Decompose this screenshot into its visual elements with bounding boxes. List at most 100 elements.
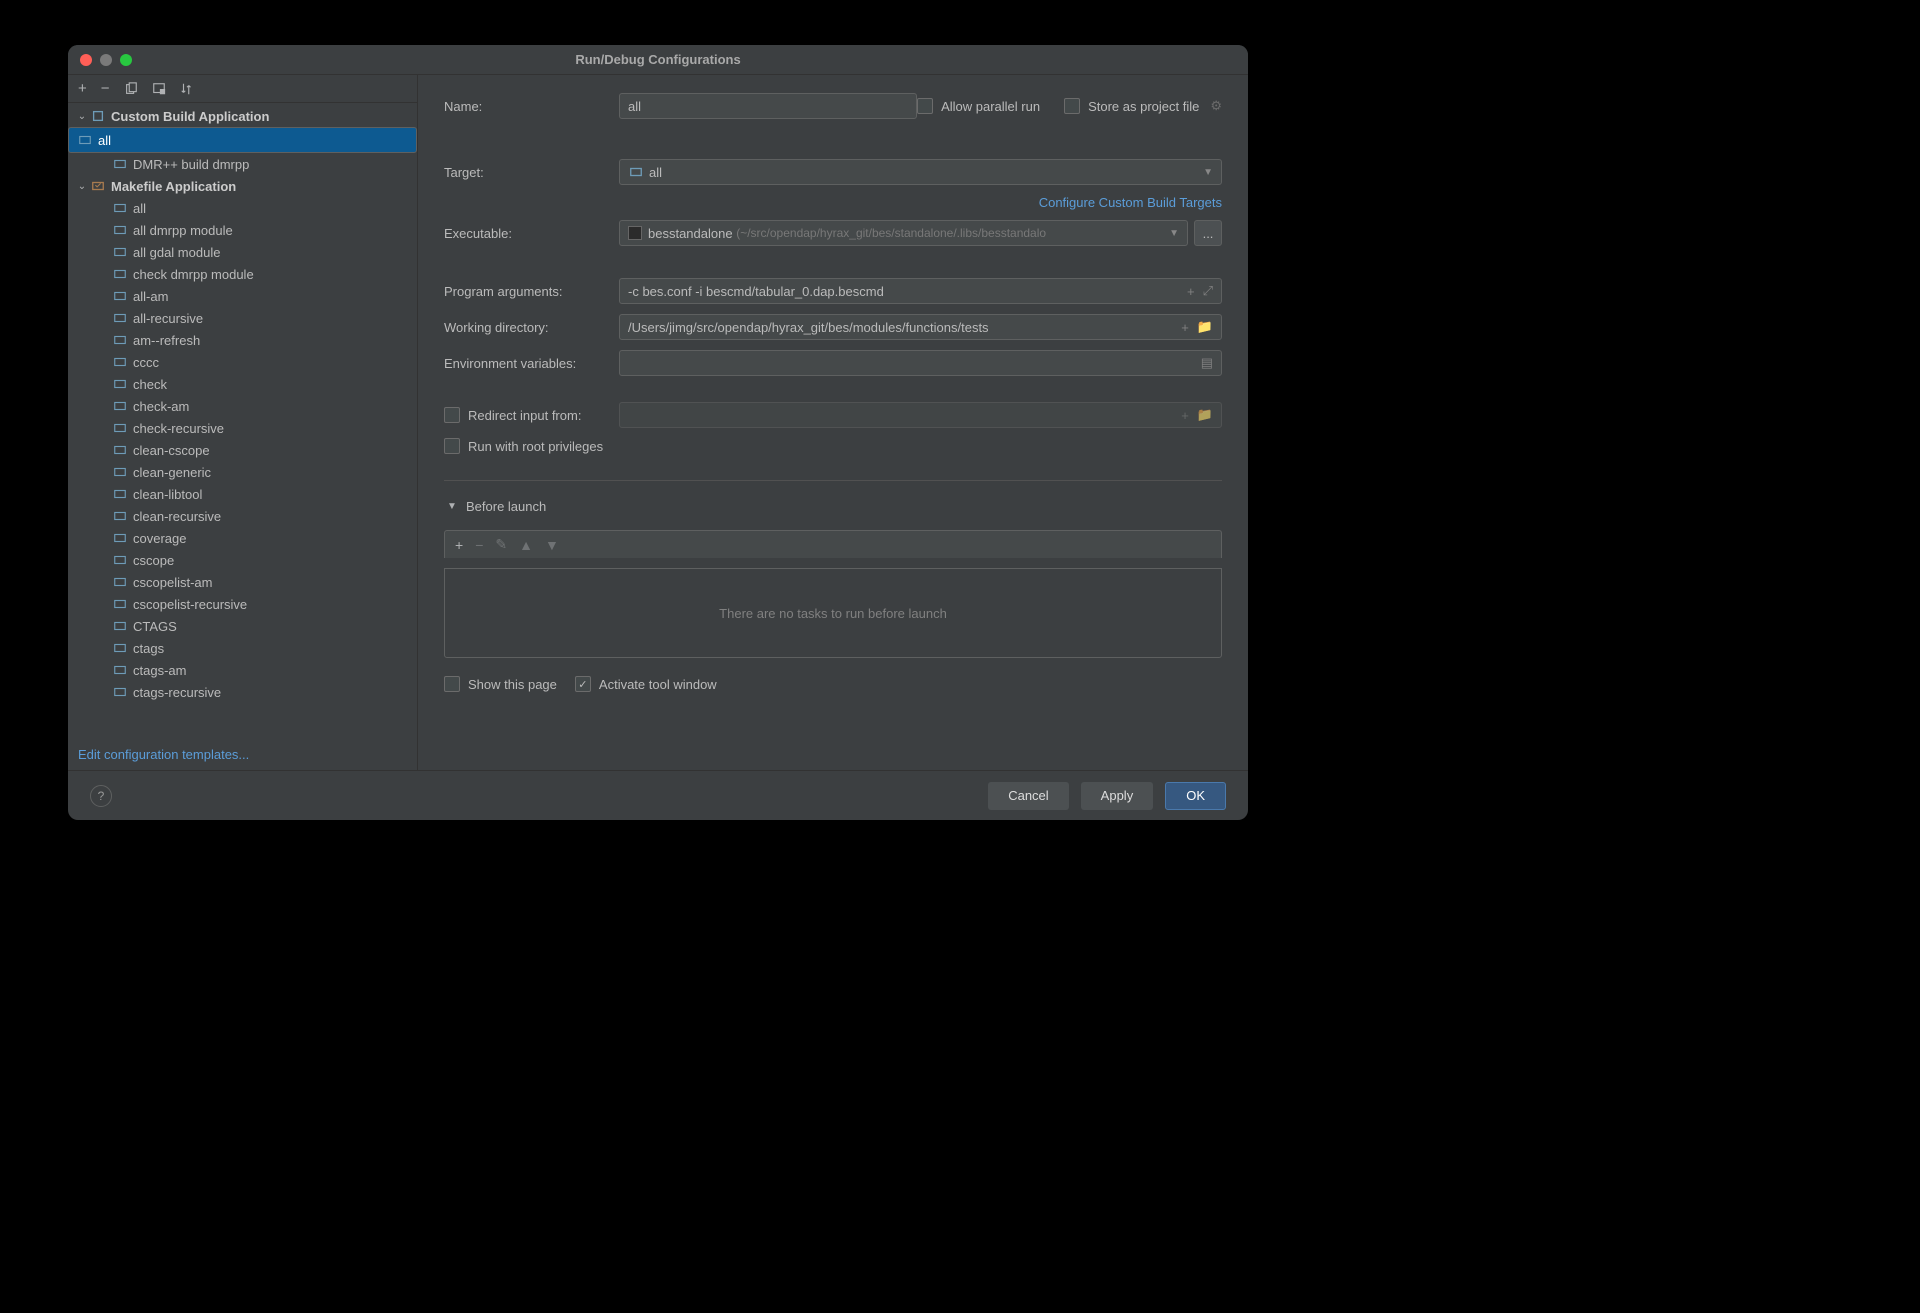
plus-icon[interactable]: + xyxy=(1187,284,1195,299)
configure-targets-link[interactable]: Configure Custom Build Targets xyxy=(1039,195,1222,210)
remove-config-button[interactable]: − xyxy=(101,81,110,96)
activate-tool-label[interactable]: Activate tool window xyxy=(599,677,717,692)
config-item[interactable]: CTAGS xyxy=(68,615,417,637)
config-group[interactable]: ⌄Custom Build Application xyxy=(68,105,417,127)
config-item[interactable]: clean-generic xyxy=(68,461,417,483)
config-item[interactable]: ctags-am xyxy=(68,659,417,681)
edit-templates-link[interactable]: Edit configuration templates... xyxy=(68,739,417,770)
config-item[interactable]: all dmrpp module xyxy=(68,219,417,241)
config-group[interactable]: ⌄Makefile Application xyxy=(68,175,417,197)
config-icon xyxy=(112,596,128,612)
config-item[interactable]: all-recursive xyxy=(68,307,417,329)
config-item[interactable]: cccc xyxy=(68,351,417,373)
exec-select[interactable]: besstandalone (~/src/opendap/hyrax_git/b… xyxy=(619,220,1188,246)
config-item[interactable]: clean-cscope xyxy=(68,439,417,461)
config-item[interactable]: check xyxy=(68,373,417,395)
activate-tool-checkbox[interactable] xyxy=(575,676,591,692)
config-item[interactable]: ctags xyxy=(68,637,417,659)
config-item[interactable]: cscopelist-am xyxy=(68,571,417,593)
store-project-label[interactable]: Store as project file xyxy=(1088,99,1199,114)
footer: ? Cancel Apply OK xyxy=(68,770,1248,820)
config-item[interactable]: clean-recursive xyxy=(68,505,417,527)
config-item-label: all dmrpp module xyxy=(133,223,233,238)
args-input[interactable]: -c bes.conf -i bescmd/tabular_0.dap.besc… xyxy=(619,278,1222,304)
apply-button[interactable]: Apply xyxy=(1081,782,1154,810)
allow-parallel-label[interactable]: Allow parallel run xyxy=(941,99,1040,114)
gear-icon[interactable]: ⚙ xyxy=(1210,98,1222,114)
config-item[interactable]: am--refresh xyxy=(68,329,417,351)
add-task-button[interactable]: + xyxy=(455,537,463,553)
redirect-checkbox[interactable] xyxy=(444,407,460,423)
help-button[interactable]: ? xyxy=(90,785,112,807)
list-icon[interactable]: ▤ xyxy=(1201,355,1213,371)
redirect-input[interactable]: +📁 xyxy=(619,402,1222,428)
config-icon xyxy=(112,156,128,172)
config-item[interactable]: check-am xyxy=(68,395,417,417)
config-item[interactable]: DMR++ build dmrpp xyxy=(68,153,417,175)
config-item[interactable]: clean-libtool xyxy=(68,483,417,505)
config-tree[interactable]: ⌄Custom Build Application all DMR++ build … xyxy=(68,103,417,739)
config-item-label: DMR++ build dmrpp xyxy=(133,157,249,172)
config-item-label: all xyxy=(98,133,111,148)
run-debug-window: Run/Debug Configurations + − ⌄Custom Bui… xyxy=(68,45,1248,820)
before-launch-empty: There are no tasks to run before launch xyxy=(719,606,947,621)
config-icon xyxy=(112,332,128,348)
config-item-label: check dmrpp module xyxy=(133,267,254,282)
folder-icon[interactable]: 📁 xyxy=(1197,319,1213,335)
root-checkbox[interactable] xyxy=(444,438,460,454)
move-down-button[interactable]: ▼ xyxy=(545,537,559,553)
config-item-label: cscopelist-recursive xyxy=(133,597,247,612)
redir-row: Redirect input from: +📁 xyxy=(444,402,1222,428)
sort-button[interactable] xyxy=(180,82,194,96)
config-item[interactable]: cscope xyxy=(68,549,417,571)
show-page-checkbox[interactable] xyxy=(444,676,460,692)
save-template-button[interactable] xyxy=(152,82,166,96)
plus-icon[interactable]: + xyxy=(1181,408,1189,423)
allow-parallel-checkbox[interactable] xyxy=(917,98,933,114)
exec-browse-button[interactable]: ... xyxy=(1194,220,1222,246)
remove-task-button[interactable]: − xyxy=(475,537,483,553)
add-config-button[interactable]: + xyxy=(78,81,87,96)
plus-icon[interactable]: + xyxy=(1181,320,1189,335)
config-item[interactable]: all xyxy=(68,197,417,219)
config-icon xyxy=(112,266,128,282)
cancel-button[interactable]: Cancel xyxy=(988,782,1068,810)
config-item-label: clean-libtool xyxy=(133,487,202,502)
chevron-down-icon: ▼ xyxy=(1169,228,1179,239)
config-item-label: clean-generic xyxy=(133,465,211,480)
expand-icon[interactable]: ⤢ xyxy=(1203,283,1213,299)
wd-label: Working directory: xyxy=(444,320,619,335)
root-label[interactable]: Run with root privileges xyxy=(468,439,603,454)
config-icon xyxy=(112,618,128,634)
wd-input[interactable]: /Users/jimg/src/opendap/hyrax_git/bes/mo… xyxy=(619,314,1222,340)
config-item[interactable]: check-recursive xyxy=(68,417,417,439)
show-page-label[interactable]: Show this page xyxy=(468,677,557,692)
target-select[interactable]: all ▼ xyxy=(619,159,1222,185)
folder-icon[interactable]: 📁 xyxy=(1197,407,1213,423)
redirect-label[interactable]: Redirect input from: xyxy=(468,408,581,423)
copy-config-button[interactable] xyxy=(124,82,138,96)
chevron-down-icon: ⌄ xyxy=(74,181,90,192)
wd-row: Working directory: /Users/jimg/src/opend… xyxy=(444,314,1222,340)
config-item[interactable]: all-am xyxy=(68,285,417,307)
before-launch-section[interactable]: ▼ Before launch xyxy=(444,499,1222,514)
move-up-button[interactable]: ▲ xyxy=(519,537,533,553)
config-item[interactable]: all gdal module xyxy=(68,241,417,263)
config-item-label: check-recursive xyxy=(133,421,224,436)
config-icon xyxy=(112,310,128,326)
config-item-label: cccc xyxy=(133,355,159,370)
config-item[interactable]: cscopelist-recursive xyxy=(68,593,417,615)
config-item-label: ctags-recursive xyxy=(133,685,221,700)
config-item[interactable]: coverage xyxy=(68,527,417,549)
config-item[interactable]: ctags-recursive xyxy=(68,681,417,703)
config-icon xyxy=(112,574,128,590)
store-project-checkbox[interactable] xyxy=(1064,98,1080,114)
config-item[interactable]: check dmrpp module xyxy=(68,263,417,285)
config-item[interactable]: all xyxy=(68,127,417,153)
name-input[interactable] xyxy=(619,93,917,119)
edit-task-button[interactable]: ✎ xyxy=(495,536,507,553)
config-icon xyxy=(112,354,128,370)
env-input[interactable]: ▤ xyxy=(619,350,1222,376)
config-item-label: CTAGS xyxy=(133,619,177,634)
ok-button[interactable]: OK xyxy=(1165,782,1226,810)
